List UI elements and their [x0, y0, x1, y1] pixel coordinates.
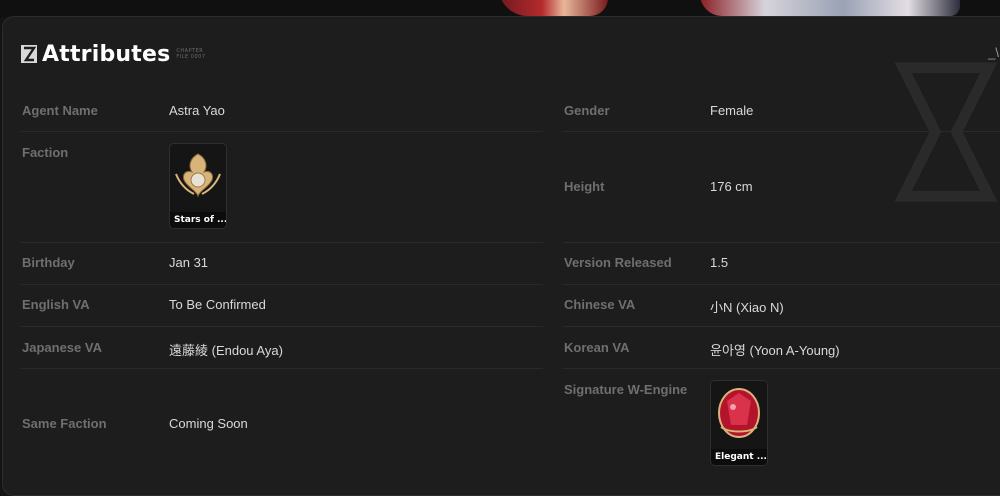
signature-w-engine-label: Signature W-Engine	[564, 382, 688, 397]
english-va-label: English VA	[22, 297, 90, 312]
same-faction-value: Coming Soon	[169, 416, 248, 431]
chinese-va-label: Chinese VA	[564, 297, 636, 312]
attributes-panel: Attributes CHAPTER FILE 0007 _\ Agent Na…	[2, 16, 1000, 496]
faction-card-caption: Stars of ...	[170, 212, 226, 228]
version-released-value: 1.5	[710, 255, 729, 270]
height-value: 176 cm	[710, 179, 753, 194]
row-divider	[563, 242, 1000, 243]
same-faction-label: Same Faction	[22, 416, 107, 431]
row-divider	[563, 131, 1000, 132]
signature-w-engine-card-caption: Elegant ...	[711, 449, 767, 465]
section-mini-caption: CHAPTER FILE 0007	[176, 47, 206, 60]
gender-value: Female	[710, 103, 754, 118]
agent-name-label: Agent Name	[22, 103, 98, 118]
section-title: Attributes	[42, 41, 171, 67]
zzz-logo-icon	[21, 45, 37, 63]
section-header: Attributes CHAPTER FILE 0007	[21, 39, 206, 69]
birthday-label: Birthday	[22, 255, 75, 270]
row-divider	[21, 326, 543, 327]
chinese-va-value: 小N (Xiao N)	[710, 300, 784, 315]
signature-w-engine-card[interactable]: Elegant ...	[710, 380, 768, 466]
gender-label: Gender	[564, 103, 610, 118]
faction-emblem-icon	[170, 144, 226, 212]
height-label: Height	[564, 179, 605, 194]
w-engine-icon	[711, 381, 767, 449]
japanese-va-value: 遠藤綾 (Endou Aya)	[169, 343, 283, 358]
row-divider	[21, 131, 543, 132]
japanese-va-label: Japanese VA	[22, 340, 102, 355]
row-divider	[21, 284, 543, 285]
row-divider	[563, 368, 1000, 369]
faction-label: Faction	[22, 145, 69, 160]
row-divider	[563, 326, 1000, 327]
watermark-emblem-icon	[894, 62, 998, 202]
version-released-label: Version Released	[564, 255, 672, 270]
corner-mark: _\	[988, 45, 999, 60]
character-art-left	[498, 0, 608, 16]
agent-name-value: Astra Yao	[169, 103, 225, 118]
row-divider	[563, 284, 1000, 285]
character-art-right	[700, 0, 960, 16]
korean-va-label: Korean VA	[564, 340, 630, 355]
korean-va-value: 윤아영 (Yoon A-Young)	[710, 343, 840, 358]
english-va-value: To Be Confirmed	[169, 297, 266, 312]
row-divider	[21, 242, 543, 243]
row-divider	[21, 368, 543, 369]
birthday-value: Jan 31	[169, 255, 209, 270]
faction-card[interactable]: Stars of ...	[169, 143, 227, 229]
